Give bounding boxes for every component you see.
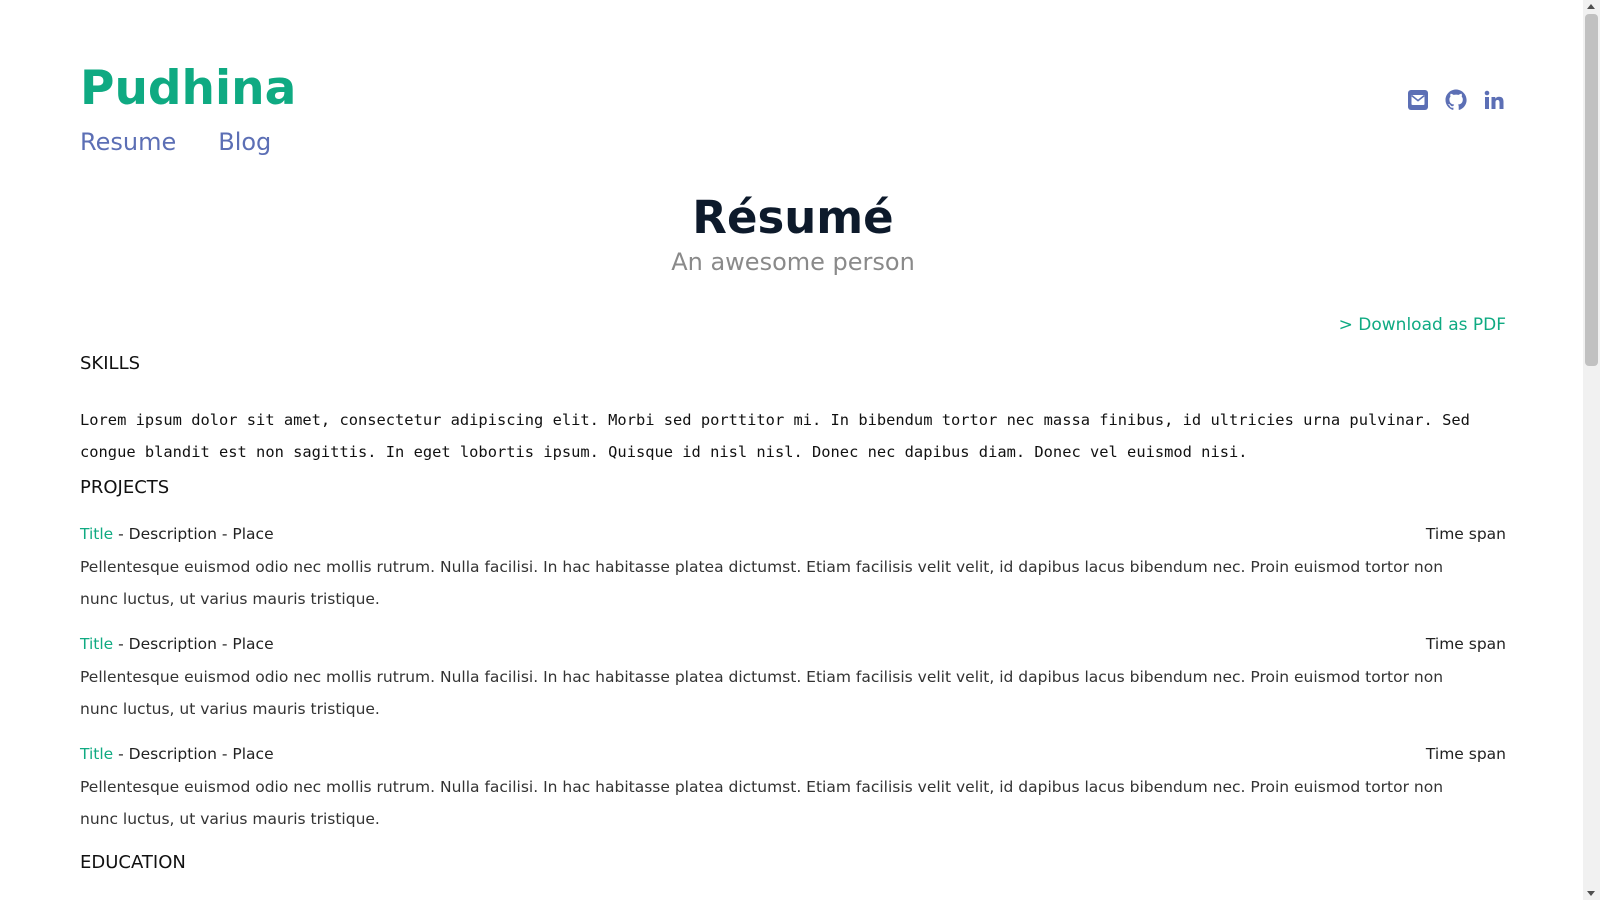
nav-link-blog[interactable]: Blog (218, 124, 271, 160)
section-heading-skills: SKILLS (80, 353, 141, 374)
project-item: Title - Description - Place Time span Pe… (80, 520, 1506, 615)
project-title[interactable]: Title (80, 745, 113, 763)
project-item: Title - Description - Place Time span Pe… (80, 630, 1506, 725)
project-description: Pellentesque euismod odio nec mollis rut… (80, 778, 1444, 828)
project-description: Pellentesque euismod odio nec mollis rut… (80, 558, 1444, 608)
download-pdf-link[interactable]: > Download as PDF (1339, 313, 1506, 337)
page: Pudhina Resume Blog Résumé An awesome pe… (0, 0, 1600, 900)
project-description: Pellentesque euismod odio nec mollis rut… (80, 668, 1444, 718)
main-nav: Resume Blog (80, 124, 271, 160)
scrollbar-thumb[interactable] (1585, 14, 1598, 366)
vertical-scrollbar[interactable] (1583, 0, 1600, 900)
project-header: Title - Description - Place Time span (80, 740, 1506, 768)
project-time-span: Time span (1425, 745, 1506, 763)
nav-link-resume[interactable]: Resume (80, 124, 176, 160)
section-heading-education: EDUCATION (80, 852, 186, 873)
site-title[interactable]: Pudhina (80, 62, 296, 116)
envelope-square-icon[interactable] (1406, 88, 1430, 112)
social-links (1406, 88, 1506, 112)
page-title: Résumé (692, 191, 894, 244)
skills-text: Lorem ipsum dolor sit amet, consectetur … (80, 411, 1470, 461)
linkedin-icon[interactable] (1482, 88, 1506, 112)
section-heading-projects: PROJECTS (80, 477, 170, 498)
project-header: Title - Description - Place Time span (80, 630, 1506, 658)
project-time-span: Time span (1425, 525, 1506, 543)
project-meta: - Description - Place (113, 635, 274, 653)
project-time-span: Time span (1425, 635, 1506, 653)
project-meta: - Description - Place (113, 525, 274, 543)
scroll-down-arrow-icon[interactable] (1587, 891, 1595, 896)
project-title[interactable]: Title (80, 525, 113, 543)
page-subtitle: An awesome person (671, 248, 915, 276)
project-meta: - Description - Place (113, 745, 274, 763)
project-title[interactable]: Title (80, 635, 113, 653)
project-header: Title - Description - Place Time span (80, 520, 1506, 548)
github-icon[interactable] (1444, 88, 1468, 112)
project-item: Title - Description - Place Time span Pe… (80, 740, 1506, 835)
scroll-up-arrow-icon[interactable] (1587, 4, 1595, 9)
